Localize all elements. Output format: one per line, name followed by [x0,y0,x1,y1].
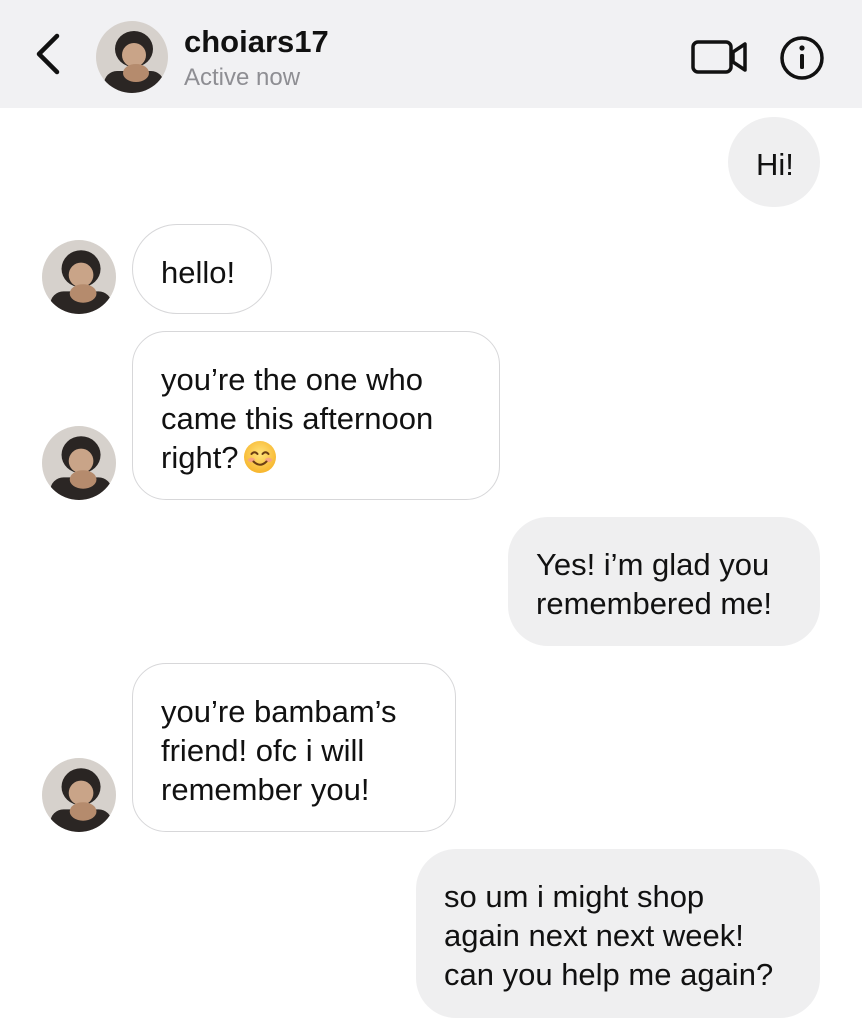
message-bubble-incoming[interactable]: hello! [132,224,272,314]
avatar[interactable] [96,21,168,93]
message-text: you’re bambam’s [161,694,397,729]
chevron-left-icon [36,33,60,75]
message-bubble-incoming[interactable]: you’re the one who came this afternoon r… [132,331,500,500]
info-button[interactable] [776,32,828,84]
video-camera-icon [691,40,747,74]
avatar[interactable] [42,758,116,832]
message-text: friend! ofc i will [161,733,365,768]
video-call-button[interactable] [688,34,752,80]
message-bubble-outgoing[interactable]: so um i might shop again next next week!… [416,849,820,1018]
avatar[interactable] [42,426,116,500]
smiling-face-emoji-icon [243,440,277,483]
message-text-line: right? [161,438,471,483]
message-text: remember you! [161,772,370,807]
message-text: came this afternoon [161,401,434,436]
avatar[interactable] [42,240,116,314]
message-text: Yes! i’m glad you [536,547,770,582]
message-text: so um i might shop [444,879,705,914]
message-text: again next next week! [444,918,744,953]
message-text: right? [161,440,239,475]
message-bubble-outgoing[interactable]: Yes! i’m glad you remembered me! [508,517,820,646]
chat-username[interactable]: choiars17 [184,24,329,60]
message-bubble-incoming[interactable]: you’re bambam’s friend! ofc i will remem… [132,663,456,832]
message-bubble-outgoing[interactable]: Hi! [728,117,820,207]
back-button[interactable] [24,30,72,78]
message-text: hello! [161,255,236,290]
message-text: remembered me! [536,586,773,621]
message-text: can you help me again? [444,957,774,992]
chat-header: choiars17 Active now [0,0,862,108]
active-status: Active now [184,64,301,91]
message-text: you’re the one who [161,362,423,397]
info-icon [780,36,824,80]
message-text: Hi! [756,147,794,182]
